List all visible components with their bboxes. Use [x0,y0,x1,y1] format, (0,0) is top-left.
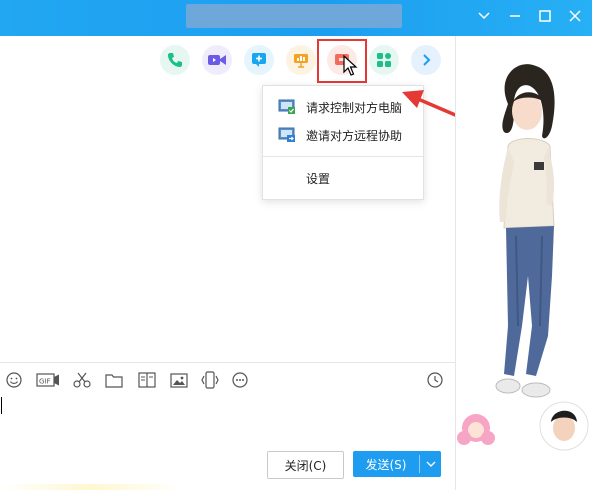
apps-button[interactable] [369,45,399,75]
send-options-chevron-down-icon[interactable] [420,451,441,477]
avatar-figure-illustration [457,64,589,451]
more-icon[interactable] [231,371,249,389]
invite-assist-icon [278,127,295,142]
menu-separator [263,156,423,157]
window-title-redacted [186,4,402,28]
screen-plus-icon [252,53,266,67]
image-icon[interactable] [170,371,188,389]
contact-show-panel [455,36,592,490]
emoji-icon[interactable] [5,371,23,389]
menu-item-label: 邀请对方远程协助 [306,128,403,143]
more-actions-button[interactable] [411,45,441,75]
send-button[interactable]: 发送(S) [353,451,441,477]
scissors-icon[interactable] [73,371,91,389]
highlight-box [317,39,367,83]
input-divider [0,362,455,363]
send-button-label: 发送(S) [365,457,407,472]
request-control-icon [278,99,295,114]
video-call-button[interactable] [202,45,232,75]
close-button[interactable]: 关闭(C) [267,451,344,479]
message-input[interactable] [0,393,455,443]
phone-icon [168,53,182,67]
svg-text:GIF: GIF [39,378,51,386]
mouse-cursor-icon [343,54,359,80]
image-text-icon[interactable] [138,371,156,389]
chevron-down-icon[interactable] [472,6,496,26]
share-screen-button[interactable] [244,45,274,75]
gif-icon[interactable]: GIF [36,371,60,389]
menu-item-invite-assist[interactable]: 邀请对方远程协助 [263,122,423,148]
presentation-icon [294,54,308,68]
voice-call-button[interactable] [160,45,190,75]
chevron-right-icon [423,54,431,66]
menu-item-request-control[interactable]: 请求控制对方电脑 [263,94,423,120]
title-bar [0,0,592,36]
phone-shake-icon[interactable] [201,371,219,389]
close-icon[interactable] [563,6,587,26]
maximize-icon[interactable] [533,6,557,26]
history-icon[interactable] [426,371,444,389]
folder-icon[interactable] [105,371,123,389]
menu-item-label: 请求控制对方电脑 [306,100,403,115]
menu-item-label: 设置 [306,171,331,186]
menu-item-settings[interactable]: 设置 [263,165,423,191]
bottom-strip [0,484,455,490]
presentation-button[interactable] [286,45,316,75]
video-icon [208,55,226,65]
apps-icon [377,53,391,67]
minimize-icon[interactable] [503,6,527,26]
